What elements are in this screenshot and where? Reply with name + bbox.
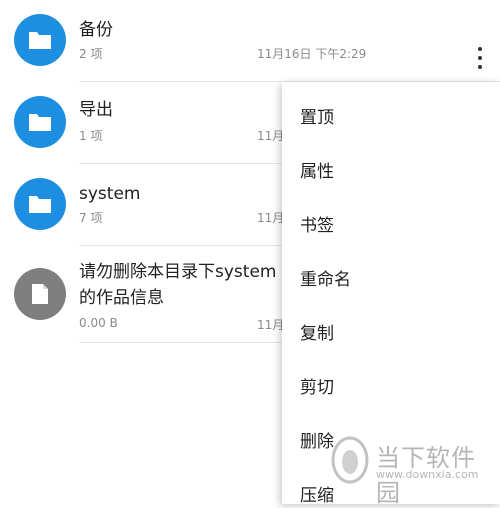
- menu-item-cut[interactable]: 剪切: [300, 376, 334, 400]
- file-name-line1: 请勿删除本目录下system: [79, 262, 277, 282]
- file-date: 11月: [257, 318, 285, 332]
- list-item[interactable]: 备份 2 项 11月16日 下午2:29: [0, 0, 500, 82]
- file-name: system: [79, 184, 141, 204]
- watermark: 当下软件园 www.downxia.com: [328, 432, 498, 507]
- menu-item-bookmark[interactable]: 书签: [300, 214, 334, 238]
- file-meta: 1 项: [79, 129, 103, 143]
- file-date: 11月: [257, 129, 285, 143]
- file-date: 11月: [257, 211, 285, 225]
- file-date: 11月16日 下午2:29: [257, 47, 367, 61]
- more-vert-icon[interactable]: [474, 47, 486, 69]
- file-meta: 0.00 B: [79, 316, 118, 330]
- menu-item-rename[interactable]: 重命名: [300, 268, 351, 292]
- watermark-logo-icon: [331, 436, 369, 484]
- folder-icon: [14, 178, 66, 230]
- menu-item-copy[interactable]: 复制: [300, 322, 334, 346]
- file-icon: [14, 268, 66, 320]
- folder-icon: [14, 96, 66, 148]
- watermark-url: www.downxia.com: [376, 468, 479, 481]
- menu-item-properties[interactable]: 属性: [300, 160, 334, 184]
- menu-item-pin[interactable]: 置顶: [300, 106, 334, 130]
- file-name-line2: 的作品信息: [79, 288, 164, 308]
- file-name: 导出: [79, 100, 113, 120]
- file-meta: 7 项: [79, 211, 103, 225]
- file-meta: 2 项: [79, 47, 103, 61]
- file-name: 备份: [79, 20, 113, 40]
- folder-icon: [14, 14, 66, 66]
